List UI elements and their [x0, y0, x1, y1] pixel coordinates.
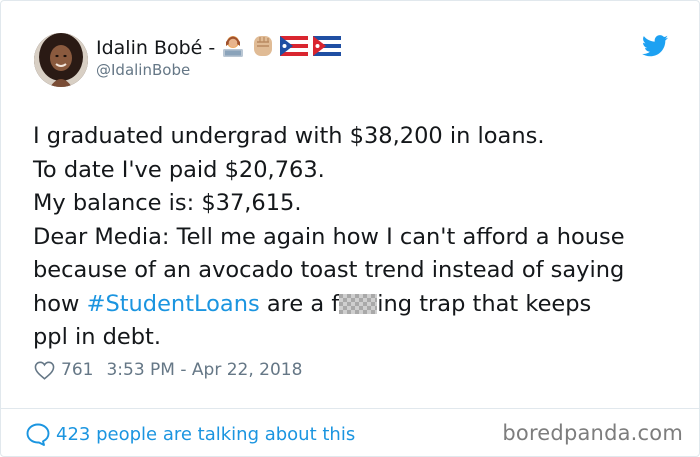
- tweet-card: Idalin Bobé - @IdalinBobe I graduated un…: [0, 0, 700, 457]
- author-display-name[interactable]: Idalin Bobé: [96, 37, 202, 59]
- conversation-link[interactable]: 423 people are talking about this: [26, 420, 355, 448]
- puerto-rico-flag-emoji-icon: [280, 36, 309, 60]
- tweet-line-with-hashtag: how #StudentLoans are a f ing trap that k…: [33, 288, 683, 322]
- twitter-bird-icon[interactable]: [642, 35, 668, 57]
- footer-divider: [1, 408, 699, 409]
- tweet-line: ppl in debt.: [33, 324, 162, 350]
- avatar[interactable]: [34, 33, 88, 87]
- tweet-meta-row: 761 3:53 PM - Apr 22, 2018: [34, 358, 302, 382]
- tweet-line-prefix: how: [33, 290, 87, 317]
- cuba-flag-emoji-icon: [313, 36, 342, 60]
- heart-icon[interactable]: [34, 361, 55, 380]
- author-handle[interactable]: @IdalinBobe: [96, 61, 190, 79]
- censor-pixelation: [339, 293, 378, 314]
- tweet-text: I graduated undergrad with $38,200 in lo…: [33, 120, 683, 355]
- tweet-line: To date I've paid $20,763.: [33, 156, 325, 183]
- tweet-timestamp[interactable]: 3:53 PM - Apr 22, 2018: [106, 360, 302, 380]
- tweet-line: Dear Media: Tell me again how I can't af…: [33, 223, 625, 250]
- tweet-line: I graduated undergrad with $38,200 in lo…: [33, 123, 545, 149]
- watermark: boredpanda.com: [502, 421, 683, 445]
- raised-fist-emoji-icon: [251, 33, 275, 63]
- tweet-line-suffix: ing trap that keeps: [377, 290, 592, 317]
- speech-bubble-icon: [26, 423, 50, 446]
- tweet-line: My balance is: $37,615.: [33, 190, 302, 216]
- hashtag-link[interactable]: #StudentLoans: [87, 291, 260, 317]
- woman-technologist-emoji-icon: [220, 34, 246, 62]
- like-count[interactable]: 761: [61, 360, 93, 380]
- name-separator: -: [208, 37, 216, 59]
- tweet-line-middle: are a f: [259, 290, 340, 317]
- conversation-text[interactable]: 423 people are talking about this: [56, 424, 355, 445]
- author-name-row[interactable]: Idalin Bobé -: [96, 33, 342, 63]
- tweet-line: because of an avocado toast trend instea…: [33, 257, 625, 283]
